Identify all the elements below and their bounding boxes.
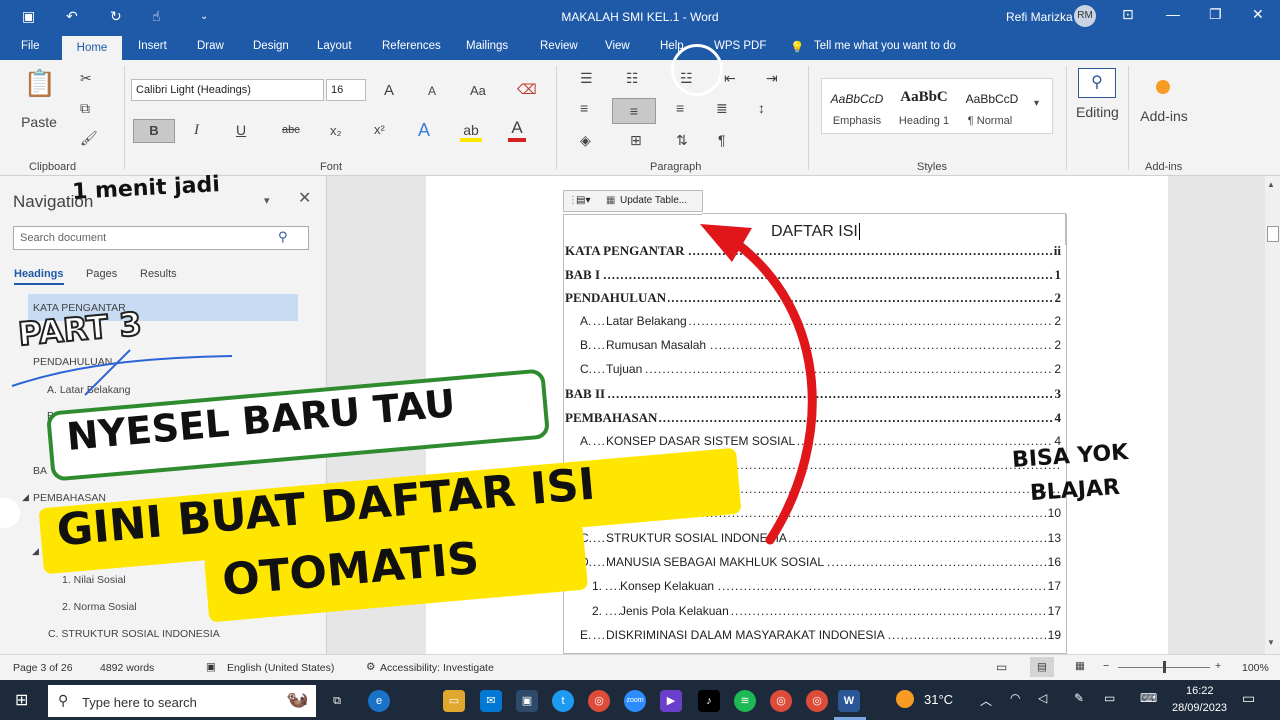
scribble-line bbox=[84, 349, 131, 396]
red-arrow-head bbox=[700, 224, 752, 262]
overlay-graphics bbox=[11, 224, 817, 545]
scribble-line bbox=[11, 355, 233, 387]
